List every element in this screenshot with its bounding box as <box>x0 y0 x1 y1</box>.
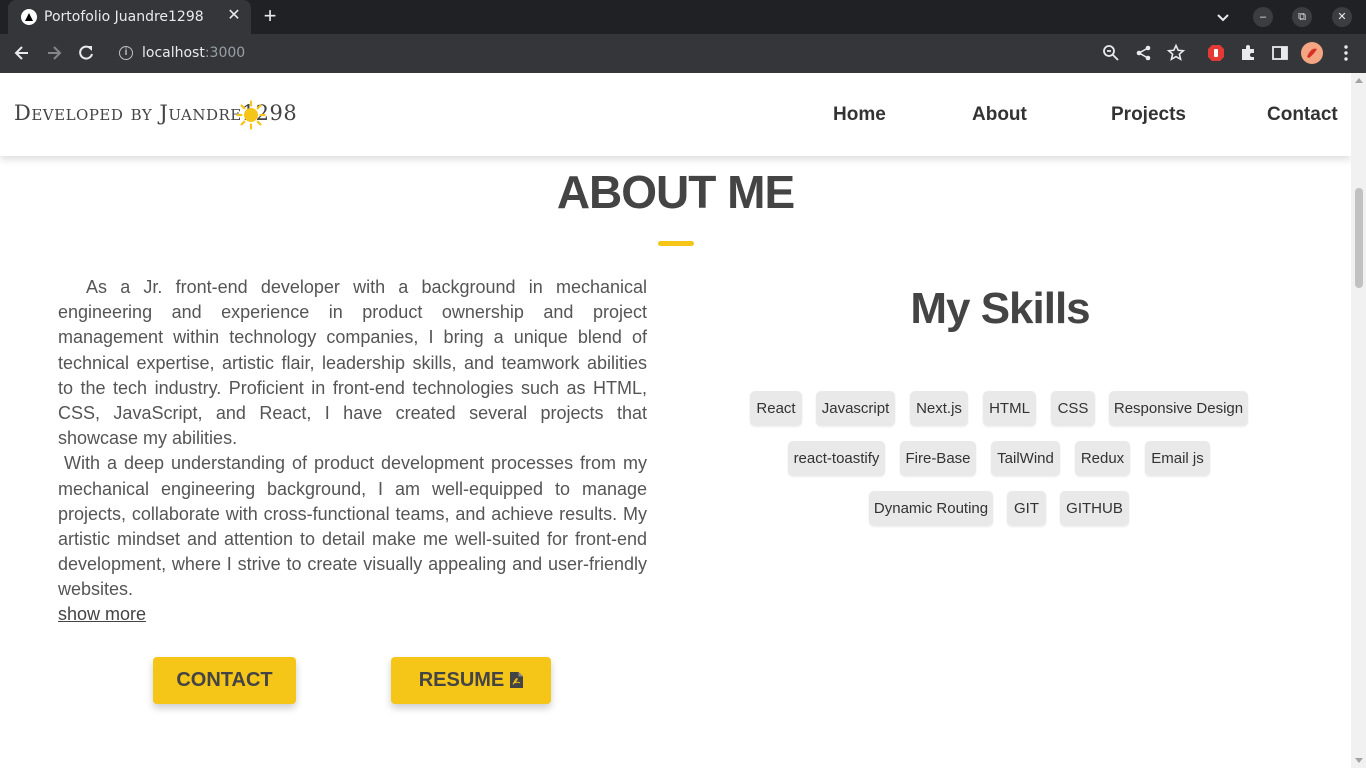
nav-link-projects[interactable]: Projects <box>1111 104 1186 126</box>
skills-title: My Skills <box>910 284 1090 333</box>
site-navbar: Developed by Juandre1298 Home About Proj… <box>0 73 1351 156</box>
page-scrollbar[interactable] <box>1351 73 1366 768</box>
favicon-icon <box>21 9 37 25</box>
tab-close-icon[interactable]: ✕ <box>224 5 244 27</box>
new-tab-button[interactable]: + <box>258 4 282 28</box>
scroll-thumb[interactable] <box>1355 188 1363 288</box>
skill-chip: react-toastify <box>788 441 885 476</box>
title-underline-divider <box>658 241 694 246</box>
skill-chip: TailWind <box>991 441 1060 476</box>
nav-link-about[interactable]: About <box>972 104 1027 126</box>
menu-kebab-icon[interactable] <box>1336 43 1356 63</box>
address-bar[interactable]: i localhost:3000 <box>108 38 1168 68</box>
browser-tab-strip: Portofolio Juandre1298 ✕ + – ⧉ ✕ <box>0 0 1366 34</box>
browser-tab[interactable]: Portofolio Juandre1298 ✕ <box>8 0 251 34</box>
pdf-file-icon <box>510 672 524 688</box>
bio-paragraph-1: As a Jr. front-end developer with a back… <box>58 277 647 449</box>
restore-button[interactable]: ⧉ <box>1292 7 1312 27</box>
skill-chip: HTML <box>983 391 1036 426</box>
bio-paragraph-2: With a deep understanding of product dev… <box>58 453 647 600</box>
page-viewport: Developed by Juandre1298 Home About Proj… <box>0 73 1351 768</box>
reload-icon[interactable] <box>76 43 96 63</box>
zoom-icon[interactable] <box>1101 43 1121 63</box>
scroll-up-arrow-icon[interactable] <box>1355 78 1363 83</box>
resume-button-label: RESUME <box>418 669 505 691</box>
profile-avatar[interactable] <box>1301 42 1323 64</box>
show-more-link[interactable]: show more <box>58 604 146 625</box>
skill-chip: GITHUB <box>1060 491 1129 526</box>
minimize-button[interactable]: – <box>1253 7 1273 27</box>
skill-chip: CSS <box>1051 391 1095 426</box>
skill-chip: Next.js <box>910 391 968 426</box>
skill-chip: Javascript <box>816 391 895 426</box>
skill-chip: Fire-Base <box>900 441 976 476</box>
forward-arrow-icon[interactable] <box>44 43 64 63</box>
site-info-icon[interactable]: i <box>119 46 133 60</box>
skill-chip: GIT <box>1007 491 1046 526</box>
tab-search-chevron-icon[interactable] <box>1214 8 1232 26</box>
contact-button[interactable]: CONTACT <box>153 657 296 704</box>
skill-chip: Responsive Design <box>1109 391 1248 426</box>
sun-icon[interactable] <box>236 100 266 130</box>
nav-link-contact[interactable]: Contact <box>1267 104 1338 126</box>
nav-link-home[interactable]: Home <box>833 104 886 126</box>
url-port: :3000 <box>204 45 246 61</box>
tab-title: Portofolio Juandre1298 <box>44 9 204 25</box>
extensions-puzzle-icon[interactable] <box>1238 43 1258 63</box>
side-panel-icon[interactable] <box>1270 43 1290 63</box>
extension-adblock-icon[interactable] <box>1206 43 1226 63</box>
share-icon[interactable] <box>1134 43 1154 63</box>
scroll-down-arrow-icon[interactable] <box>1355 758 1363 763</box>
url-text: localhost:3000 <box>142 45 245 61</box>
skill-chip: Email js <box>1145 441 1210 476</box>
contact-button-label: CONTACT <box>176 669 273 691</box>
url-host: localhost <box>142 45 205 61</box>
close-window-button[interactable]: ✕ <box>1332 7 1352 27</box>
skill-chip: Redux <box>1075 441 1130 476</box>
about-bio: As a Jr. front-end developer with a back… <box>58 275 647 603</box>
skill-chip: React <box>750 391 802 426</box>
browser-toolbar: i localhost:3000 <box>0 34 1366 73</box>
about-section-title: ABOUT ME <box>556 166 795 218</box>
back-arrow-icon[interactable] <box>12 43 32 63</box>
resume-button[interactable]: RESUME <box>391 657 551 704</box>
skill-chip: Dynamic Routing <box>869 491 993 526</box>
bookmark-star-icon[interactable] <box>1166 43 1186 63</box>
